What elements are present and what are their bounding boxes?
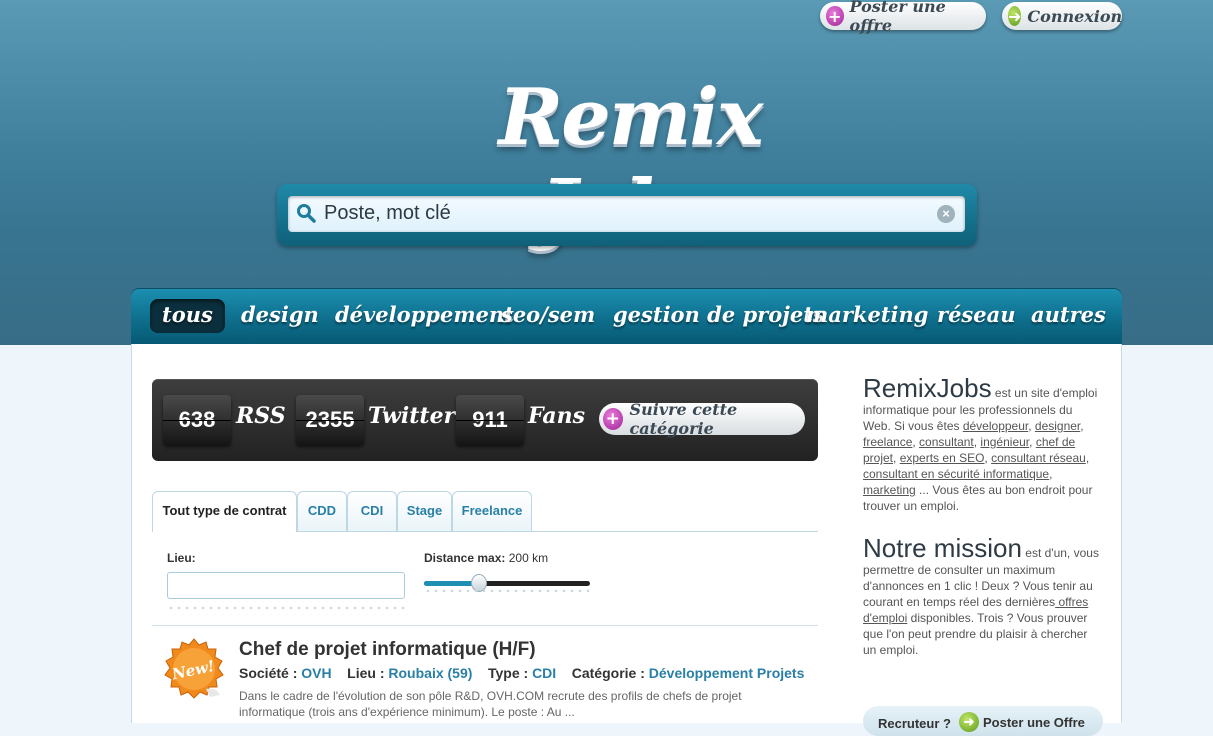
distance-label: Distance max: 200 km (424, 551, 548, 565)
lieu-meta-label: Lieu : (347, 665, 385, 681)
main-content: 638 RSS 2355 Twitter 911 Fans + Suivre c… (131, 344, 1122, 736)
site-logo[interactable]: Remix Jobs (415, 72, 845, 254)
category-stats-bar: 638 RSS 2355 Twitter 911 Fans + Suivre c… (152, 379, 818, 461)
twitter-link[interactable]: Twitter (368, 403, 455, 429)
nav-item-design[interactable]: design (241, 299, 319, 333)
link-ingenieur[interactable]: ingénieur (980, 435, 1029, 449)
mission-block: Notre mission est d'un, vous permettre d… (863, 534, 1103, 658)
sidebar: RemixJobs est un site d'emploi informati… (863, 374, 1103, 678)
lieu-divider (167, 606, 405, 610)
login-label: Connexion (1027, 6, 1123, 26)
contract-type-tabs: Tout type de contrat CDD CDI Stage Freel… (152, 491, 818, 532)
link-experts-seo[interactable]: experts en SEO (900, 451, 985, 465)
job-title[interactable]: Chef de projet informatique (H/F) (239, 639, 536, 661)
tab-stage[interactable]: Stage (397, 491, 452, 531)
recruteur-post-label: Poster une Offre (983, 714, 1085, 730)
link-freelance[interactable]: freelance (863, 435, 912, 449)
search-bar: Poste, mot clé × (277, 184, 977, 246)
search-icon (297, 204, 316, 223)
search-placeholder: Poste, mot clé (324, 202, 451, 224)
clear-icon[interactable]: × (937, 205, 955, 223)
societe-label: Société : (239, 665, 298, 681)
type-label: Type : (487, 665, 529, 681)
about-block: RemixJobs est un site d'emploi informati… (863, 373, 1098, 513)
arrow-right-icon: ➜ (959, 712, 979, 732)
plus-icon: + (826, 6, 844, 26)
link-consultant[interactable]: consultant (919, 435, 974, 449)
distance-slider[interactable] (424, 574, 590, 592)
about-title: RemixJobs (863, 373, 992, 403)
search-input[interactable]: Poste, mot clé × (288, 196, 965, 232)
twitter-count: 2355 (296, 395, 364, 445)
distance-label-text: Distance max: (424, 551, 506, 565)
lieu-label: Lieu: (167, 551, 196, 565)
categorie-link[interactable]: Développement Projets (649, 665, 805, 681)
arrow-right-icon: ➜ (1008, 6, 1022, 26)
post-offer-label: Poster une offre (849, 0, 946, 35)
job-description: Dans le cadre de l'évolution de son pôle… (239, 689, 742, 719)
distance-value: 200 km (508, 551, 549, 565)
tab-cdi[interactable]: CDI (347, 491, 397, 531)
tab-tout-type-de-contrat[interactable]: Tout type de contrat (152, 491, 297, 532)
nav-item-marketing[interactable]: marketing (806, 299, 928, 333)
new-badge: New! (164, 638, 224, 699)
link-consultant-reseau[interactable]: consultant réseau (991, 451, 1086, 465)
link-marketing[interactable]: marketing (863, 483, 916, 497)
nav-item-seo-sem[interactable]: seo/sem (501, 299, 595, 333)
tab-freelance[interactable]: Freelance (452, 491, 532, 531)
link-developpeur[interactable]: développeur (963, 419, 1028, 433)
plus-icon: + (603, 408, 623, 430)
fans-link[interactable]: Fans (528, 403, 585, 429)
rss-count: 638 (163, 395, 231, 445)
nav-item-autres[interactable]: autres (1031, 299, 1106, 333)
link-consultant-securite[interactable]: consultant en sécurité informatique (863, 467, 1049, 481)
login-button[interactable]: ➜ Connexion (1002, 2, 1122, 30)
type-link[interactable]: CDI (532, 665, 556, 681)
follow-category-label: Suivre cette catégorie (629, 400, 738, 438)
lieu-input[interactable] (167, 572, 405, 599)
nav-item-gestion-de-projets[interactable]: gestion de projets (613, 299, 825, 333)
slider-ticks (424, 589, 590, 593)
post-offer-button[interactable]: + Poster une offre (820, 0, 986, 35)
job-divider (152, 625, 818, 626)
recruteur-box: Recruteur ? ➜ Poster une Offre (863, 706, 1103, 736)
follow-category-button[interactable]: + Suivre cette catégorie (599, 400, 805, 438)
mission-title: Notre mission (863, 533, 1022, 563)
nav-item-reseau[interactable]: réseau (937, 299, 1015, 333)
recruteur-post-button[interactable]: ➜ Poster une Offre (959, 712, 1085, 732)
nav-item-developpement[interactable]: développement (335, 299, 514, 333)
link-designer[interactable]: designer (1035, 419, 1080, 433)
recruteur-question: Recruteur ? (878, 716, 951, 731)
societe-link[interactable]: OVH (301, 665, 331, 681)
fans-count: 911 (456, 395, 524, 445)
nav-item-tous[interactable]: tous (150, 299, 225, 333)
categorie-label: Catégorie : (571, 665, 645, 681)
job-meta: Société : OVH Lieu : Roubaix (59) Type :… (239, 665, 804, 681)
lieu-link[interactable]: Roubaix (59) (388, 665, 472, 681)
tab-cdd[interactable]: CDD (297, 491, 347, 531)
category-nav: tous design développement seo/sem gestio… (131, 289, 1122, 344)
rss-link[interactable]: RSS (236, 403, 286, 429)
